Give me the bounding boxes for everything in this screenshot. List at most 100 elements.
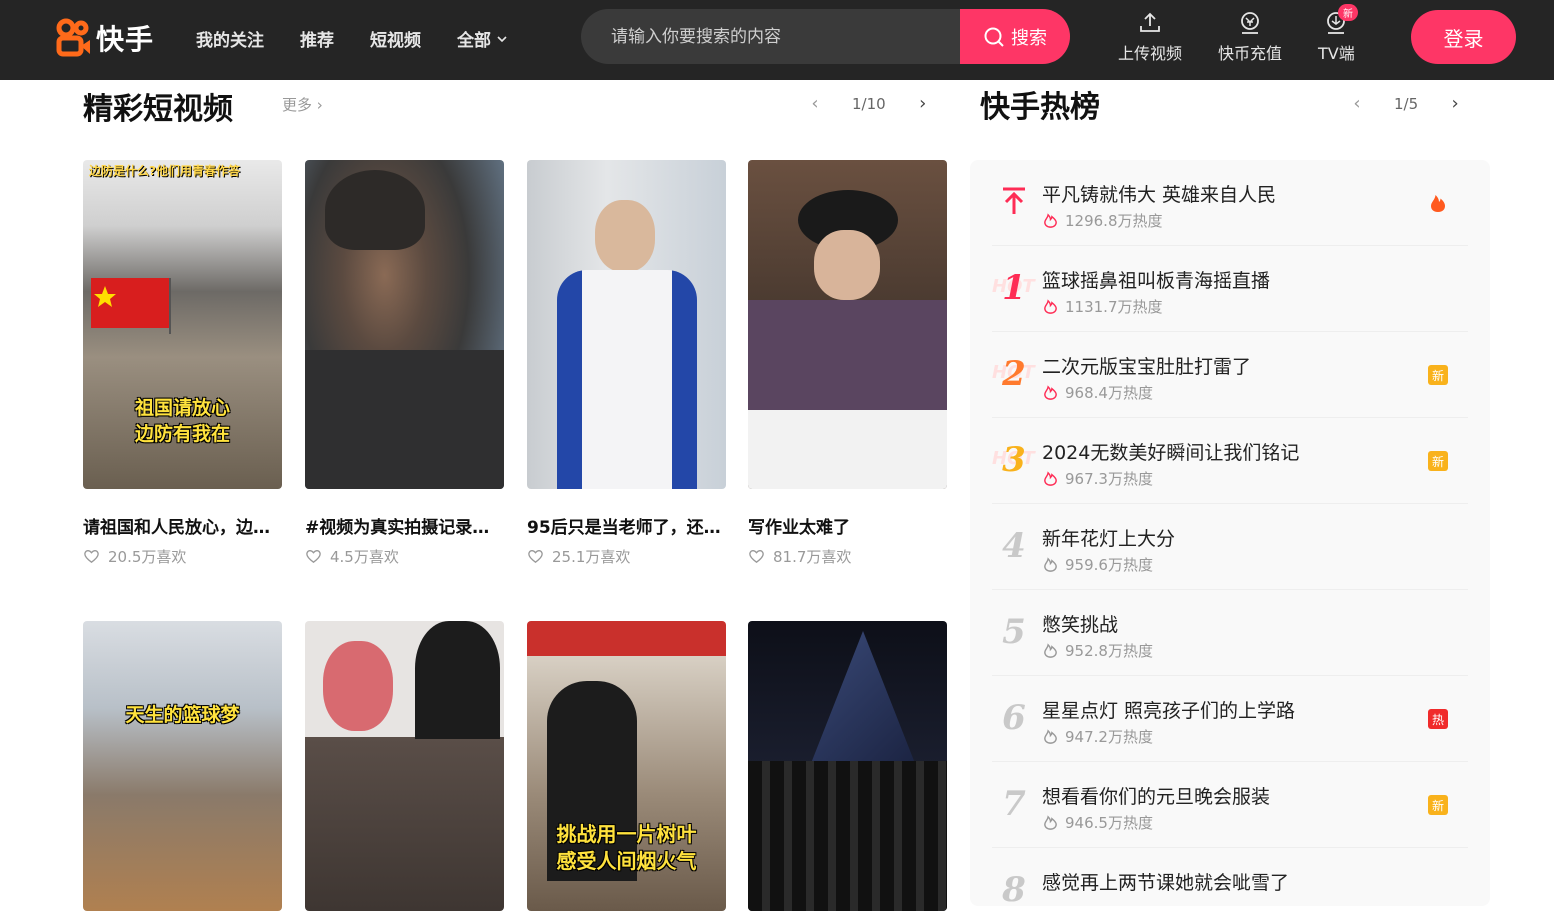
hot-prev-page-button[interactable]: ‹ [1350, 93, 1364, 114]
coin-recharge-button[interactable]: 快币充值 [1218, 10, 1282, 64]
video-thumbnail[interactable] [748, 160, 947, 489]
fire-tag-icon [1431, 195, 1445, 212]
hot-list-item[interactable]: HOT 3 2024无数美好瞬间让我们铭记 967.3万热度 新 [992, 418, 1468, 504]
video-thumbnail[interactable]: 边防是什么?他们用青春作答 祖国请放心 边防有我在 [83, 160, 282, 489]
crowd-shape [748, 761, 947, 911]
hot-item-title[interactable]: 2024无数美好瞬间让我们铭记 [1042, 438, 1299, 465]
video-card[interactable] [748, 621, 947, 911]
nav-recommend[interactable]: 推荐 [300, 26, 334, 51]
new-tag: 新 [1428, 451, 1448, 471]
video-card[interactable]: 天生的篮球梦 [83, 621, 282, 911]
video-card[interactable]: 边防是什么?他们用青春作答 祖国请放心 边防有我在 请祖国和人民放心，边防有我在… [83, 160, 282, 567]
logo[interactable]: 快手 [56, 16, 154, 60]
hot-section-title: 快手热榜 [980, 90, 1100, 125]
hot-item-heat: 967.3万热度 [1042, 468, 1153, 489]
hot-list-item[interactable]: 7 想看看你们的元旦晚会服装 946.5万热度 新 [992, 762, 1468, 848]
hot-item-rank: 5 [1002, 612, 1026, 652]
hot-item-heat-value: 967.3万热度 [1065, 470, 1153, 488]
video-thumbnail[interactable]: 天生的篮球梦 [83, 621, 282, 911]
hot-item-title[interactable]: 星星点灯 照亮孩子们的上学路 [1042, 696, 1295, 723]
video-title[interactable]: 95后只是当老师了，还是个孩子 [527, 513, 726, 538]
hot-next-page-button[interactable]: › [1448, 93, 1462, 114]
upload-video-label: 上传视频 [1118, 44, 1183, 63]
video-card[interactable]: 写作业太难了 81.7万喜欢 [748, 160, 947, 567]
hot-list-item[interactable]: 5 憋笑挑战 952.8万热度 [992, 590, 1468, 676]
more-link[interactable]: 更多 › [282, 94, 323, 115]
hot-list-item[interactable]: 平凡铸就伟大 英雄来自人民 1296.8万热度 [992, 160, 1468, 246]
hot-list-item[interactable]: 4 新年花灯上大分 959.6万热度 [992, 504, 1468, 590]
videos-pager: ‹ 1/10 › [808, 93, 930, 114]
hot-item-title[interactable]: 篮球摇鼻祖叫板青海摇直播 [1042, 266, 1270, 293]
kuaishou-logo-icon [56, 18, 90, 57]
video-overlay-line: 挑战用一片树叶 感受人间烟火气 [556, 822, 697, 873]
new-badge: 新 [1338, 4, 1359, 21]
nav-all[interactable]: 全部 [457, 26, 509, 51]
hot-item-heat-value: 946.5万热度 [1065, 814, 1153, 832]
nav-short-video[interactable]: 短视频 [370, 26, 421, 51]
hot-item-title[interactable]: 想看看你们的元旦晚会服装 [1042, 782, 1270, 809]
prev-page-button[interactable]: ‹ [808, 93, 822, 114]
video-card[interactable]: 95后只是当老师了，还是个孩子 25.1万喜欢 [527, 160, 726, 567]
hot-list-item[interactable]: HOT 2 二次元版宝宝肚肚打雷了 968.4万热度 新 [992, 332, 1468, 418]
next-page-button[interactable]: › [916, 93, 930, 114]
main-nav: 我的关注 推荐 短视频 全部 [196, 26, 509, 51]
coin-icon [1241, 12, 1259, 34]
hot-item-title[interactable]: 感觉再上两节课她就会呲雪了 [1042, 868, 1289, 895]
hot-item-title[interactable]: 二次元版宝宝肚肚打雷了 [1042, 352, 1251, 379]
new-tag: 新 [1428, 795, 1448, 815]
video-overlay-text: 挑战用一片树叶 感受人间烟火气 [527, 821, 726, 875]
video-card[interactable]: 挑战用一片树叶 感受人间烟火气 [527, 621, 726, 911]
hot-item-rank: 1 [1002, 268, 1026, 308]
nav-following[interactable]: 我的关注 [196, 26, 264, 51]
flame-icon [1044, 299, 1057, 314]
building-shape [808, 631, 918, 771]
video-title[interactable]: 写作业太难了 [748, 513, 947, 538]
videos-page-indicator: 1/10 [852, 94, 886, 113]
hot-item-title[interactable]: 憋笑挑战 [1042, 610, 1118, 637]
video-card[interactable] [305, 621, 504, 911]
search-button-label: 搜索 [1011, 27, 1047, 49]
hot-item-rank: 7 [1002, 784, 1026, 824]
video-likes: 81.7万喜欢 [748, 546, 947, 567]
sweater-shape [748, 300, 947, 420]
search-input[interactable] [581, 9, 961, 64]
hot-list-item[interactable]: 6 星星点灯 照亮孩子们的上学路 947.2万热度 热 [992, 676, 1468, 762]
video-thumbnail[interactable]: 挑战用一片树叶 感受人间烟火气 [527, 621, 726, 911]
face-shape [595, 200, 655, 272]
video-thumbnail[interactable] [748, 621, 947, 911]
hot-item-rank: 6 [1002, 698, 1026, 738]
search-button[interactable]: 搜索 [960, 9, 1070, 64]
flame-icon [1044, 385, 1057, 400]
video-thumbnail[interactable] [527, 160, 726, 489]
tv-button[interactable]: 新 TV端 [1318, 4, 1359, 64]
upload-video-button[interactable]: 上传视频 [1118, 10, 1182, 64]
video-likes-count: 20.5万喜欢 [108, 548, 187, 566]
video-likes: 25.1万喜欢 [527, 546, 726, 567]
video-likes-count: 81.7万喜欢 [773, 548, 852, 566]
flag-icon [91, 278, 171, 334]
hot-item-heat-value: 952.8万热度 [1065, 642, 1153, 660]
video-card[interactable]: #视频为真实拍摄记录生活 4.5万喜欢 [305, 160, 504, 567]
video-thumbnail[interactable] [305, 160, 504, 489]
hot-item-heat-value: 947.2万热度 [1065, 728, 1153, 746]
flame-icon [1044, 643, 1057, 658]
hot-list-item[interactable]: HOT 1 篮球摇鼻祖叫板青海摇直播 1131.7万热度 [992, 246, 1468, 332]
flame-icon [1044, 557, 1057, 572]
video-title[interactable]: 请祖国和人民放心，边防有我在 [83, 513, 282, 538]
login-button[interactable]: 登录 [1411, 10, 1516, 64]
tv-label: TV端 [1318, 44, 1355, 63]
face-shape [814, 230, 880, 300]
hot-list-item[interactable]: 8 感觉再上两节课她就会呲雪了 [992, 848, 1468, 906]
toolbar: 上传视频 快币充值 新 TV端 [1118, 4, 1359, 64]
video-thumbnail[interactable] [305, 621, 504, 911]
brand-name: 快手 [96, 23, 155, 56]
heart-icon [84, 550, 99, 563]
hot-item-title[interactable]: 新年花灯上大分 [1042, 524, 1175, 551]
person-right-shape [415, 621, 500, 739]
video-likes: 20.5万喜欢 [83, 546, 282, 567]
hot-item-rank: 8 [1002, 870, 1026, 906]
hot-item-title[interactable]: 平凡铸就伟大 英雄来自人民 [1042, 180, 1276, 207]
hot-item-heat: 959.6万热度 [1042, 554, 1153, 575]
video-overlay-line: 祖国请放心 边防有我在 [134, 397, 230, 445]
video-title[interactable]: #视频为真实拍摄记录生活 [305, 513, 504, 538]
